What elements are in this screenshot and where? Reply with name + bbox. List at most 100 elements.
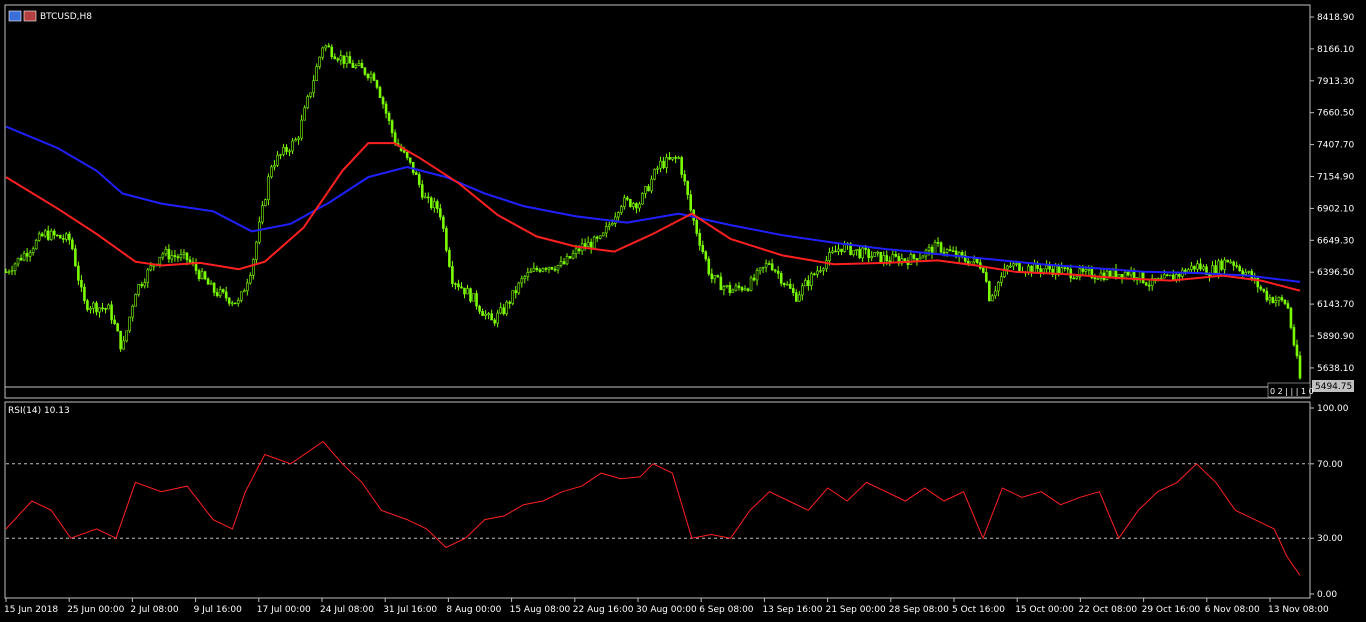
price-tick-label: 8166.10 <box>1317 45 1354 55</box>
candle-body <box>981 267 985 273</box>
candle-body <box>152 265 156 267</box>
candle-body <box>1096 278 1100 281</box>
candle-body <box>288 150 291 153</box>
candle-body <box>128 316 131 332</box>
candle-body <box>107 304 110 310</box>
candle-body <box>1190 265 1193 270</box>
candle-body <box>484 313 487 316</box>
time-tick-label: 24 Jul 08:00 <box>320 605 374 615</box>
candle-body <box>200 271 204 280</box>
candle-body <box>496 312 499 324</box>
candle-body <box>194 263 198 271</box>
candle-body <box>1268 297 1272 301</box>
rsi-pane[interactable] <box>4 401 1311 599</box>
candle-body <box>710 273 714 280</box>
candle-body <box>1271 297 1275 304</box>
candle-body <box>828 252 831 261</box>
candle-body <box>321 47 325 58</box>
candle-body <box>451 266 454 284</box>
candle-body <box>1178 274 1181 277</box>
candle-body <box>921 255 925 259</box>
candle-body <box>1247 271 1251 273</box>
candle-body <box>291 140 294 152</box>
time-tick-label: 15 Aug 08:00 <box>510 605 571 615</box>
candle-body <box>34 240 38 250</box>
candle-body <box>354 65 358 68</box>
candle-body <box>514 290 518 294</box>
candle-body <box>1030 265 1033 273</box>
candle-body <box>306 96 309 109</box>
candle-body <box>312 80 315 94</box>
candle-body <box>466 288 469 295</box>
candle-body <box>988 281 991 302</box>
candle-body <box>1057 265 1060 274</box>
candle-body <box>861 247 864 259</box>
candle-body <box>785 283 789 286</box>
candle-body <box>333 56 337 60</box>
candle-body <box>270 166 273 178</box>
trading-chart[interactable]: BTCUSD,H8 RSI(14) 10.13 5494.75 0 2 | | … <box>0 0 1366 622</box>
candle-body <box>951 250 955 253</box>
candle-body <box>170 255 174 260</box>
candle-body <box>185 252 189 261</box>
candle-body <box>650 178 653 192</box>
candle-body <box>137 284 141 295</box>
candle-body <box>689 194 693 211</box>
candle-body <box>891 254 895 263</box>
candle-body <box>1123 271 1127 279</box>
candle-body <box>1220 260 1223 270</box>
candle-body <box>104 308 107 310</box>
candle-body <box>282 147 285 155</box>
candle-body <box>1235 265 1238 267</box>
candle-body <box>635 203 638 209</box>
candle-body <box>209 282 213 285</box>
candle-body <box>698 233 702 246</box>
candle-body <box>671 157 674 160</box>
candle-body <box>95 302 98 313</box>
candle-body <box>65 233 68 240</box>
candle-body <box>176 256 180 259</box>
candle-body <box>668 157 671 160</box>
candle-body <box>882 255 886 263</box>
candle-body <box>607 224 611 227</box>
candle-body <box>218 289 222 297</box>
candle-body <box>1105 270 1109 281</box>
candle-body <box>550 266 554 270</box>
candle-body <box>279 154 282 156</box>
candle-body <box>873 252 876 257</box>
candle-body <box>632 203 635 207</box>
candle-body <box>481 311 484 316</box>
candle-body <box>77 265 80 281</box>
candle-body <box>309 92 312 97</box>
candle-body <box>10 270 14 273</box>
time-tick-label: 5 Oct 16:00 <box>952 605 1005 615</box>
candle-body <box>641 193 644 205</box>
candle-body <box>98 307 101 313</box>
candle-body <box>505 301 509 315</box>
candle-body <box>381 97 385 105</box>
candle-body <box>1081 268 1085 272</box>
price-tick-label: 6902.10 <box>1317 204 1354 214</box>
price-pane[interactable] <box>4 4 1311 399</box>
candle-body <box>315 66 318 81</box>
candle-body <box>656 167 659 170</box>
candle-body <box>1048 265 1051 270</box>
candle-body <box>62 237 65 240</box>
candle-body <box>49 230 53 240</box>
candle-body <box>1193 265 1196 270</box>
candle-body <box>653 169 656 180</box>
candle-body <box>804 280 807 287</box>
candle-body <box>445 228 448 251</box>
candle-body <box>442 216 445 229</box>
candle-body <box>173 255 177 257</box>
candle-body <box>659 160 662 169</box>
candle-body <box>224 291 228 299</box>
candle-body <box>725 285 729 287</box>
candle-body <box>13 263 17 271</box>
candle-body <box>565 256 569 265</box>
candle-body <box>858 249 861 259</box>
candle-body <box>837 248 840 252</box>
candle-body <box>623 197 626 207</box>
candle-body <box>113 319 116 324</box>
candle-body <box>1144 282 1148 286</box>
